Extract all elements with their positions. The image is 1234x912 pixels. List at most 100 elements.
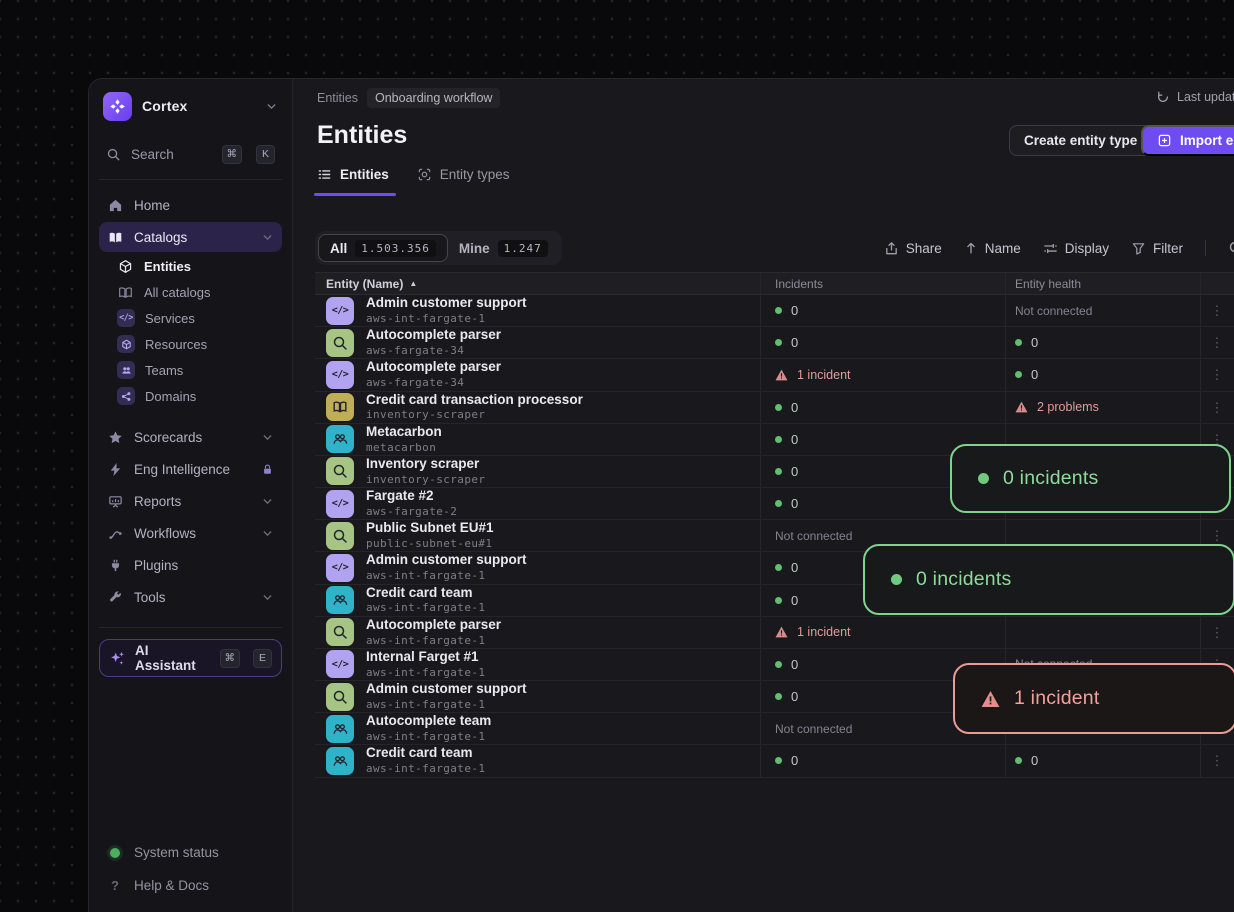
sidebar-item-entities[interactable]: Entities <box>99 253 282 279</box>
sidebar-item-workflows[interactable]: Workflows <box>99 518 282 548</box>
scope-tab-all[interactable]: All 1.503.356 <box>318 234 448 262</box>
health-status: 2 problems <box>1015 400 1099 414</box>
entity-name-stack: Admin customer supportaws-int-fargate-1 <box>366 681 527 712</box>
entity-type-team-icon <box>326 715 354 743</box>
sidebar-item-resources[interactable]: Resources <box>99 331 282 357</box>
entity-name-stack: Admin customer supportaws-int-fargate-1 <box>366 552 527 583</box>
status-text: 0 <box>791 303 798 318</box>
sidebar-item-tools[interactable]: Tools <box>99 582 282 612</box>
code-glyph: </> <box>119 313 133 323</box>
entity-slug: inventory-scraper <box>366 408 583 422</box>
system-status-label: System status <box>134 845 219 860</box>
status-text: 0 <box>791 560 798 575</box>
row-actions-button[interactable]: ⋮ <box>1211 368 1225 381</box>
sidebar-divider <box>99 627 282 628</box>
table-row[interactable]: Credit card teamaws-int-fargate-100⋮ <box>315 745 1234 777</box>
sidebar-item-help-docs[interactable]: ? Help & Docs <box>99 869 282 902</box>
row-actions-button[interactable]: ⋮ <box>1211 336 1225 349</box>
scope-tabs: All 1.503.356 Mine 1.247 <box>315 231 562 265</box>
ok-dot-icon <box>1015 757 1022 764</box>
entity-name: Credit card team <box>366 745 485 762</box>
share-button[interactable]: Share <box>884 241 942 256</box>
sort-name-label: Name <box>985 241 1021 256</box>
last-updated: Last updated <box>1156 90 1234 104</box>
brand-row[interactable]: Cortex <box>99 91 282 121</box>
row-actions-cell: ⋮ <box>1200 392 1234 423</box>
row-actions-button[interactable]: ⋮ <box>1211 626 1225 639</box>
table-search-icon[interactable] <box>1228 240 1234 256</box>
column-header-incidents[interactable]: Incidents <box>760 273 1005 294</box>
badge-cube-icon <box>117 335 135 353</box>
share-icon <box>884 241 899 256</box>
entity-health-cell: Not connected <box>1005 295 1200 326</box>
table-row[interactable]: Credit card transaction processorinvento… <box>315 392 1234 424</box>
entity-health-cell: 2 problems <box>1005 392 1200 423</box>
entity-name: Autocomplete parser <box>366 359 501 376</box>
lock-icon <box>261 463 274 476</box>
table-row[interactable]: </>Admin customer supportaws-int-fargate… <box>315 295 1234 327</box>
column-header-entity-name[interactable]: Entity (Name) ▲ <box>315 277 760 291</box>
scope-tab-mine[interactable]: Mine 1.247 <box>448 234 559 262</box>
sidebar-item-reports[interactable]: Reports <box>99 486 282 516</box>
sidebar-item-teams[interactable]: Teams <box>99 357 282 383</box>
entity-name: Autocomplete team <box>366 713 491 730</box>
status-text: 0 <box>791 335 798 350</box>
status-text: 0 <box>791 400 798 415</box>
entity-slug: aws-int-fargate-1 <box>366 634 501 648</box>
mine-count-badge: 1.247 <box>498 240 548 257</box>
breadcrumb-onboarding-workflow[interactable]: Onboarding workflow <box>367 88 500 108</box>
entity-name: Admin customer support <box>366 295 527 312</box>
column-header-entity-health[interactable]: Entity health <box>1005 273 1200 294</box>
sidebar-item-scorecards[interactable]: Scorecards <box>99 422 282 452</box>
table-row[interactable]: Autocomplete parseraws-fargate-3400⋮ <box>315 327 1234 359</box>
filter-button[interactable]: Filter <box>1131 241 1183 256</box>
sidebar-item-services[interactable]: </>Services <box>99 305 282 331</box>
tab-entities[interactable]: Entities <box>317 167 389 196</box>
row-actions-button[interactable]: ⋮ <box>1211 754 1225 767</box>
row-actions-button[interactable]: ⋮ <box>1211 304 1225 317</box>
status-text: 1 incident <box>797 368 851 382</box>
badge-graph-icon <box>117 387 135 405</box>
callout-text: 0 incidents <box>916 568 1011 591</box>
bolt-icon <box>107 462 124 477</box>
sort-name-button[interactable]: Name <box>964 241 1021 256</box>
incidents-status: 0 <box>775 303 798 318</box>
sidebar-item-home[interactable]: Home <box>99 190 282 220</box>
cortex-logo-icon <box>103 92 132 121</box>
status-text: Not connected <box>775 529 852 543</box>
entity-name: Credit card team <box>366 585 485 602</box>
ai-assistant-button[interactable]: AI Assistant ⌘ E <box>99 639 282 677</box>
ok-dot-icon <box>775 661 782 668</box>
sidebar-item-system-status[interactable]: System status <box>99 836 282 869</box>
callout-text: 0 incidents <box>1003 467 1098 490</box>
warning-triangle-icon <box>1015 401 1028 413</box>
sidebar-item-catalogs[interactable]: Catalogs <box>99 222 282 252</box>
entity-type-search-icon <box>326 457 354 485</box>
entity-name-stack: Metacarbonmetacarbon <box>366 424 442 455</box>
entity-slug: metacarbon <box>366 441 442 455</box>
tab-entity-types[interactable]: Entity types <box>417 167 510 196</box>
sidebar-search[interactable]: Search ⌘ K <box>99 137 282 171</box>
refresh-icon[interactable] <box>1156 90 1170 104</box>
wrench-icon <box>107 590 124 605</box>
row-actions-button[interactable]: ⋮ <box>1211 401 1225 414</box>
row-actions-button[interactable]: ⋮ <box>1211 529 1225 542</box>
sidebar-item-label: Scorecards <box>134 430 202 445</box>
sidebar-divider <box>99 179 282 180</box>
sidebar-item-eng-intelligence[interactable]: Eng Intelligence <box>99 454 282 484</box>
table-row[interactable]: Autocomplete parseraws-int-fargate-11 in… <box>315 617 1234 649</box>
display-button[interactable]: Display <box>1043 241 1109 256</box>
ok-dot-icon <box>775 564 782 571</box>
breadcrumb-entities[interactable]: Entities <box>317 91 358 105</box>
import-entities-button[interactable]: Import entities <box>1141 125 1234 156</box>
table-row[interactable]: </>Autocomplete parseraws-fargate-341 in… <box>315 359 1234 391</box>
sidebar-item-plugins[interactable]: Plugins <box>99 550 282 580</box>
sidebar-item-domains[interactable]: Domains <box>99 383 282 409</box>
create-entity-type-button[interactable]: Create entity type <box>1009 125 1152 156</box>
row-actions-cell: ⋮ <box>1200 327 1234 358</box>
sidebar-item-all-catalogs[interactable]: All catalogs <box>99 279 282 305</box>
status-text: 0 <box>791 753 798 768</box>
chart-icon <box>107 494 124 509</box>
cube-icon <box>117 259 134 274</box>
incidents-status: 1 incident <box>775 625 851 639</box>
